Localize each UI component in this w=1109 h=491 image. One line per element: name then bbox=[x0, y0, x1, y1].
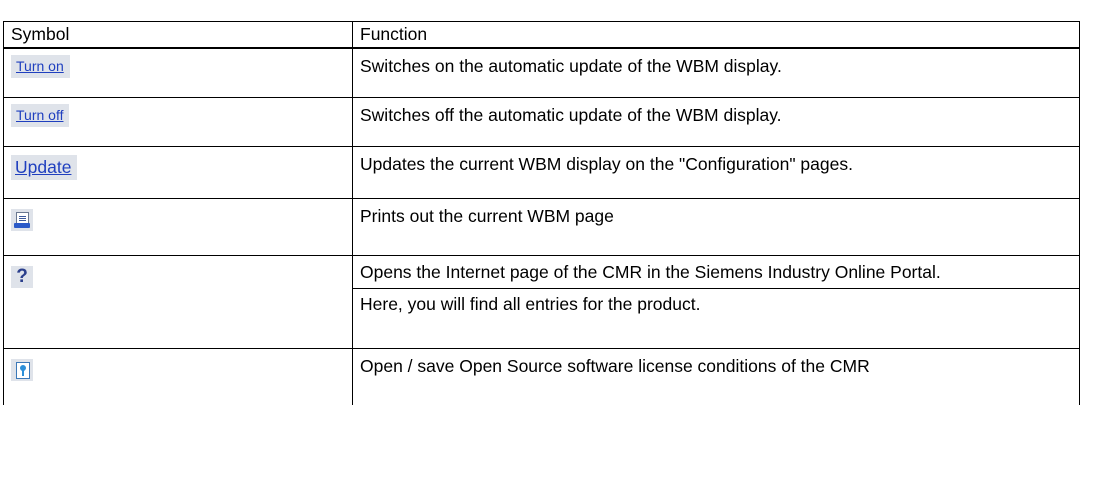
function-cell: Switches on the automatic update of the … bbox=[352, 47, 1080, 98]
function-text: Prints out the current WBM page bbox=[360, 206, 614, 226]
table-row: Update Updates the current WBM display o… bbox=[3, 146, 1080, 199]
header-function: Function bbox=[352, 21, 1080, 49]
function-cell: Opens the Internet page of the CMR in th… bbox=[352, 255, 1080, 349]
function-extra-text: Here, you will find all entries for the … bbox=[353, 288, 1079, 315]
table-row: Open / save Open Source software license… bbox=[3, 348, 1080, 405]
function-cell: Open / save Open Source software license… bbox=[352, 348, 1080, 405]
function-text: Opens the Internet page of the CMR in th… bbox=[360, 262, 941, 282]
symbol-cell: Update bbox=[3, 146, 353, 199]
symbol-cell: ? bbox=[3, 255, 353, 349]
function-cell: Updates the current WBM display on the "… bbox=[352, 146, 1080, 199]
table-row: Prints out the current WBM page bbox=[3, 198, 1080, 256]
license-document-shape bbox=[16, 362, 30, 379]
license-icon[interactable] bbox=[11, 359, 33, 381]
help-icon[interactable]: ? bbox=[11, 266, 33, 288]
table-row: Turn on Switches on the automatic update… bbox=[3, 47, 1080, 98]
function-cell: Switches off the automatic update of the… bbox=[352, 97, 1080, 147]
symbol-cell: Turn on bbox=[3, 47, 353, 98]
printer-icon[interactable] bbox=[11, 209, 33, 231]
function-text: Switches on the automatic update of the … bbox=[360, 56, 782, 76]
function-text: Open / save Open Source software license… bbox=[360, 356, 870, 376]
table-header-row: Symbol Function bbox=[3, 21, 1080, 49]
function-text: Updates the current WBM display on the "… bbox=[360, 154, 853, 174]
function-cell: Prints out the current WBM page bbox=[352, 198, 1080, 256]
symbol-cell: Turn off bbox=[3, 97, 353, 147]
question-mark-glyph: ? bbox=[16, 266, 28, 287]
symbol-function-table: Symbol Function Turn on Switches on the … bbox=[3, 21, 1080, 405]
update-button[interactable]: Update bbox=[11, 155, 78, 180]
printer-body-shape bbox=[14, 223, 30, 228]
turn-off-button[interactable]: Turn off bbox=[11, 104, 70, 127]
header-symbol: Symbol bbox=[3, 21, 353, 49]
table-row: ? Opens the Internet page of the CMR in … bbox=[3, 255, 1080, 349]
table-row: Turn off Switches off the automatic upda… bbox=[3, 97, 1080, 147]
symbol-cell bbox=[3, 198, 353, 256]
function-text: Switches off the automatic update of the… bbox=[360, 105, 782, 125]
turn-on-button[interactable]: Turn on bbox=[11, 55, 70, 78]
symbol-cell bbox=[3, 348, 353, 405]
